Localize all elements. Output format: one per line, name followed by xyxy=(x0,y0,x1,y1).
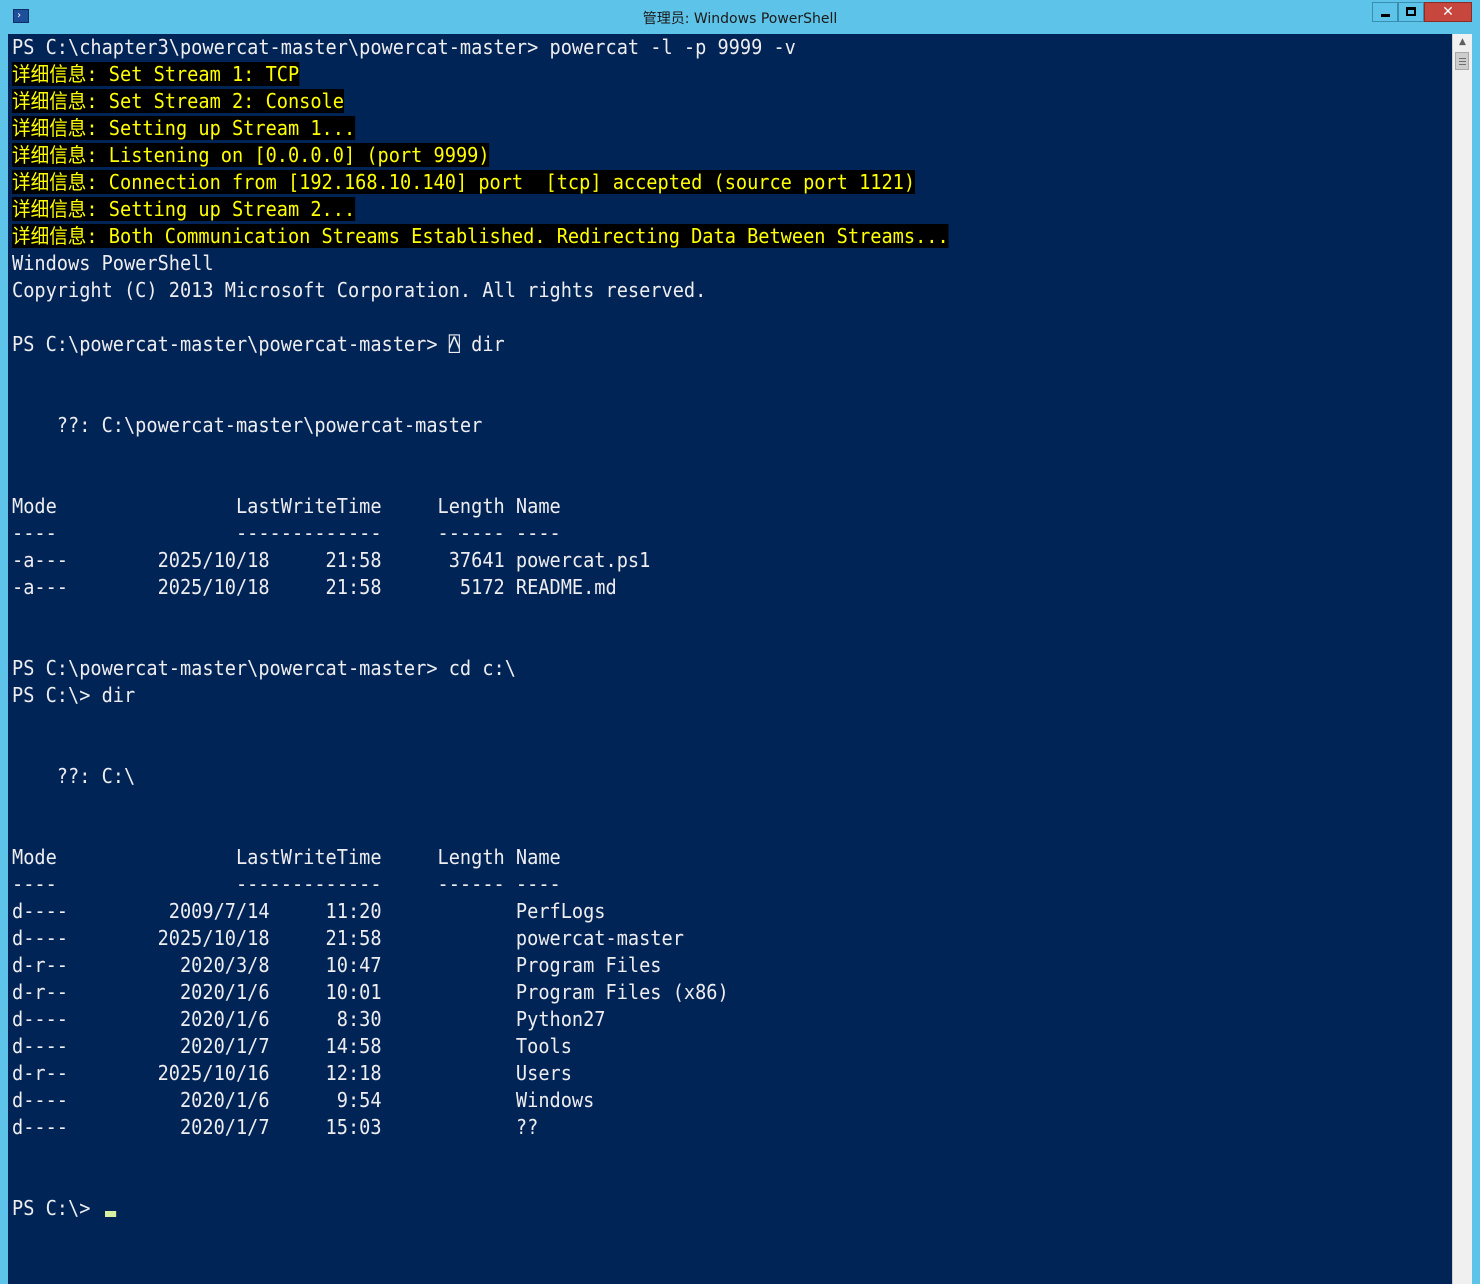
console-line-text: -a--- 2025/10/18 21:58 5172 README.md xyxy=(12,575,617,599)
console-line: -a--- 2025/10/18 21:58 5172 README.md xyxy=(12,574,949,601)
maximize-icon xyxy=(1406,7,1416,16)
console-line-text: d---- 2020/1/6 8:30 Python27 xyxy=(12,1007,606,1031)
console-line: PS C:\powercat-master\powercat-master> ⍓… xyxy=(12,331,949,358)
minimize-icon xyxy=(1381,14,1390,17)
console-line: d---- 2025/10/18 21:58 powercat-master xyxy=(12,925,949,952)
console-line: d---- 2009/7/14 11:20 PerfLogs xyxy=(12,898,949,925)
console-line-text: d---- 2020/1/7 15:03 ?? xyxy=(12,1115,539,1139)
console-line: PS C:\> xyxy=(12,1195,949,1222)
console-line-text: 详细信息: Listening on [0.0.0.0] (port 9999) xyxy=(12,143,490,167)
console-output[interactable]: PS C:\chapter3\powercat-master\powercat-… xyxy=(8,34,1452,1284)
console-line-text: ??: C:\powercat-master\powercat-master xyxy=(12,413,483,437)
vertical-scrollbar[interactable]: ▲ xyxy=(1452,34,1472,1284)
verbose-output-line: 详细信息: Setting up Stream 1... xyxy=(12,115,949,142)
console-line-text: 详细信息: Set Stream 2: Console xyxy=(12,89,344,113)
console-line: PS C:\> dir xyxy=(12,682,949,709)
console-line-text: Mode LastWriteTime Length Name xyxy=(12,494,561,518)
console-line: ??: C:\ xyxy=(12,763,949,790)
powershell-window: › 管理员: Windows PowerShell ✕ PS C:\chapte… xyxy=(0,0,1480,1284)
console-line-text: ---- ------------- ------ ---- xyxy=(12,521,561,545)
thumb-grip xyxy=(1459,61,1466,62)
console-line-text: PS C:\> xyxy=(12,1196,102,1220)
console-line-text: 详细信息: Setting up Stream 1... xyxy=(12,116,356,140)
console-line-text: PS C:\powercat-master\powercat-master> ⍓… xyxy=(12,332,505,356)
console-line: PS C:\chapter3\powercat-master\powercat-… xyxy=(12,34,949,61)
console-line: ??: C:\powercat-master\powercat-master xyxy=(12,412,949,439)
console-line: Mode LastWriteTime Length Name xyxy=(12,844,949,871)
thumb-grip xyxy=(1459,64,1466,65)
console-line-text: d---- 2025/10/18 21:58 powercat-master xyxy=(12,926,684,950)
minimize-button[interactable] xyxy=(1372,2,1398,22)
thumb-grip xyxy=(1459,58,1466,59)
close-button[interactable]: ✕ xyxy=(1424,2,1472,22)
console-line-text: PS C:\powercat-master\powercat-master> c… xyxy=(12,656,516,680)
console-line-text: Mode LastWriteTime Length Name xyxy=(12,845,561,869)
scroll-thumb[interactable] xyxy=(1455,52,1469,70)
console-line: PS C:\powercat-master\powercat-master> c… xyxy=(12,655,949,682)
console-line: ---- ------------- ------ ---- xyxy=(12,520,949,547)
console-line-text: d-r-- 2025/10/16 12:18 Users xyxy=(12,1061,572,1085)
console-line-text: d---- 2009/7/14 11:20 PerfLogs xyxy=(12,899,606,923)
console-line: d-r-- 2020/3/8 10:47 Program Files xyxy=(12,952,949,979)
window-frame-right xyxy=(1472,34,1480,1284)
console-line-text: ??: C:\ xyxy=(12,764,136,788)
console-line-text: 详细信息: Set Stream 1: TCP xyxy=(12,62,300,86)
console-line-text: PS C:\chapter3\powercat-master\powercat-… xyxy=(12,35,796,59)
console-lines: PS C:\chapter3\powercat-master\powercat-… xyxy=(12,34,949,1222)
close-icon: ✕ xyxy=(1442,4,1454,20)
text-cursor xyxy=(105,1211,117,1217)
console-line: Mode LastWriteTime Length Name xyxy=(12,493,949,520)
verbose-output-line: 详细信息: Setting up Stream 2... xyxy=(12,196,949,223)
console-line: d---- 2020/1/6 9:54 Windows xyxy=(12,1087,949,1114)
console-line: d-r-- 2025/10/16 12:18 Users xyxy=(12,1060,949,1087)
verbose-output-line: 详细信息: Listening on [0.0.0.0] (port 9999) xyxy=(12,142,949,169)
console-line: d---- 2020/1/6 8:30 Python27 xyxy=(12,1006,949,1033)
title-bar[interactable]: › 管理员: Windows PowerShell ✕ xyxy=(0,0,1480,34)
console-line-text: d-r-- 2020/1/6 10:01 Program Files (x86) xyxy=(12,980,729,1004)
console-line-text: PS C:\> dir xyxy=(12,683,136,707)
console-line-text: ---- ------------- ------ ---- xyxy=(12,872,561,896)
console-line-text: d-r-- 2020/3/8 10:47 Program Files xyxy=(12,953,662,977)
console-line: d-r-- 2020/1/6 10:01 Program Files (x86) xyxy=(12,979,949,1006)
verbose-output-line: 详细信息: Set Stream 1: TCP xyxy=(12,61,949,88)
console-line: d---- 2020/1/7 15:03 ?? xyxy=(12,1114,949,1141)
verbose-output-line: 详细信息: Connection from [192.168.10.140] p… xyxy=(12,169,949,196)
verbose-output-line: 详细信息: Both Communication Streams Establi… xyxy=(12,223,949,250)
verbose-output-line: 详细信息: Set Stream 2: Console xyxy=(12,88,949,115)
window-title: 管理员: Windows PowerShell xyxy=(642,11,838,27)
console-line-text: -a--- 2025/10/18 21:58 37641 powercat.ps… xyxy=(12,548,651,572)
console-line: d---- 2020/1/7 14:58 Tools xyxy=(12,1033,949,1060)
scroll-up-arrow-icon[interactable]: ▲ xyxy=(1453,34,1472,51)
console-line-text: 详细信息: Connection from [192.168.10.140] p… xyxy=(12,170,916,194)
console-line-text: Windows PowerShell xyxy=(12,251,214,275)
console-line: Windows PowerShell xyxy=(12,250,949,277)
console-line-text: 详细信息: Both Communication Streams Establi… xyxy=(12,224,949,248)
console-line-text: Copyright (C) 2013 Microsoft Corporation… xyxy=(12,278,707,302)
console-line: Copyright (C) 2013 Microsoft Corporation… xyxy=(12,277,949,304)
console-line-text: 详细信息: Setting up Stream 2... xyxy=(12,197,356,221)
console-line-text: d---- 2020/1/6 9:54 Windows xyxy=(12,1088,595,1112)
maximize-button[interactable] xyxy=(1398,2,1424,22)
console-line: -a--- 2025/10/18 21:58 37641 powercat.ps… xyxy=(12,547,949,574)
console-line-text: d---- 2020/1/7 14:58 Tools xyxy=(12,1034,572,1058)
console-line: ---- ------------- ------ ---- xyxy=(12,871,949,898)
